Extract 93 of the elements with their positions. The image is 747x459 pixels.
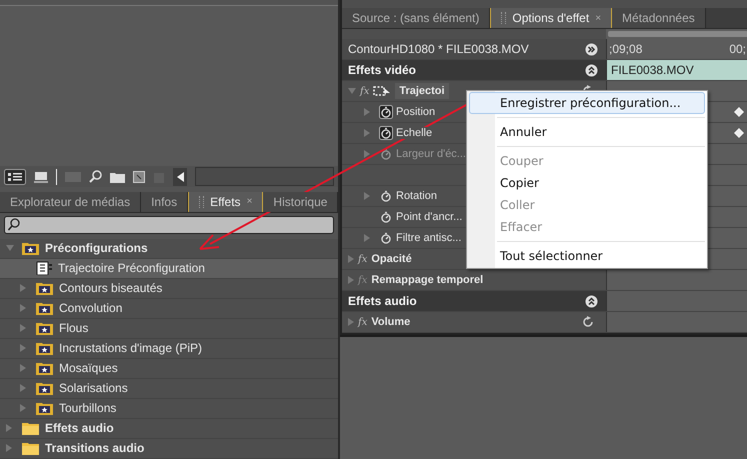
search-icon[interactable] <box>89 170 102 184</box>
expand-arrow-icon[interactable] <box>6 424 12 432</box>
fx-toggle[interactable]: fx <box>360 86 370 96</box>
preset-folder-icon <box>36 382 53 395</box>
icon-view-icon[interactable] <box>34 170 48 183</box>
show-timeline-icon[interactable] <box>585 42 598 56</box>
stopwatch-icon[interactable] <box>379 231 393 245</box>
menu-item[interactable]: Enregistrer préconfiguration... <box>469 92 705 114</box>
panel-tab[interactable]: Effets × <box>188 192 264 212</box>
timecode: 00; <box>729 42 746 56</box>
section-heading: Effets vidéo <box>348 63 416 77</box>
effect-name[interactable]: Trajectoi <box>395 83 449 99</box>
preset-folder-icon <box>36 302 53 315</box>
section-header[interactable]: Effets vidéo FILE0038.MOV <box>342 60 747 81</box>
expand-arrow-icon[interactable] <box>6 444 12 452</box>
timecode: ;09;08 <box>609 42 642 56</box>
collapse-icon[interactable] <box>585 294 598 308</box>
transform-icon[interactable] <box>373 85 392 97</box>
preset-folder-icon <box>36 322 53 335</box>
tree-item[interactable]: Effets audio <box>0 418 338 439</box>
preset-folder-icon <box>36 342 53 355</box>
section-header[interactable]: Effets audio <box>342 291 747 312</box>
search-icon <box>8 218 20 232</box>
effect-name[interactable]: Volume <box>371 316 410 328</box>
menu-item[interactable]: Annuler <box>469 121 705 143</box>
panel-tab[interactable]: Historique <box>263 192 338 212</box>
tree-item[interactable]: Préconfigurations <box>0 238 338 259</box>
tree-item[interactable]: Tourbillons <box>0 398 338 419</box>
expand-arrow-icon[interactable] <box>348 276 354 284</box>
menu-item[interactable]: Copier <box>469 172 705 194</box>
search-field[interactable] <box>4 216 334 234</box>
property-name: Largeur d'éc... <box>396 148 466 160</box>
preset-icon <box>36 261 52 276</box>
expand-arrow-icon[interactable] <box>20 344 26 352</box>
fx-toggle[interactable]: fx <box>358 254 368 264</box>
panel-tab[interactable]: Explorateur de médias <box>0 192 142 212</box>
panel-tab[interactable]: Infos <box>141 192 188 212</box>
panel-tab[interactable]: Source : (sans élément) <box>342 8 490 28</box>
preset-folder-icon <box>22 242 39 255</box>
expand-arrow-icon[interactable] <box>364 108 370 116</box>
clip-bar[interactable]: FILE0038.MOV <box>606 60 747 80</box>
menu-item[interactable]: Tout sélectionner <box>469 245 705 267</box>
collapse-icon[interactable] <box>585 64 598 76</box>
preset-folder-icon <box>36 362 53 375</box>
expand-arrow-icon[interactable] <box>364 129 370 137</box>
panel-tab[interactable]: Métadonnées <box>612 8 706 28</box>
stopwatch-toggle[interactable] <box>379 126 393 140</box>
stopwatch-icon[interactable] <box>379 210 393 224</box>
tree-item[interactable]: Flous <box>0 318 338 339</box>
expand-arrow-icon[interactable] <box>20 284 26 292</box>
stopwatch-toggle[interactable] <box>379 105 393 119</box>
tree-item[interactable]: Convolution <box>0 298 338 319</box>
panel-tab[interactable]: Options d'effet × <box>490 8 612 28</box>
timecode-ruler[interactable]: ;09;08 00; <box>606 39 747 59</box>
folder-icon[interactable] <box>110 170 125 183</box>
reset-icon[interactable] <box>582 316 594 328</box>
folder-icon <box>22 422 39 435</box>
section-heading: Effets audio <box>348 294 417 308</box>
keyframe-icon[interactable] <box>734 107 744 117</box>
preset-folder-icon <box>36 282 53 295</box>
expand-arrow-icon[interactable] <box>20 304 26 312</box>
stopwatch-icon[interactable] <box>379 189 393 203</box>
tree-item[interactable]: Solarisations <box>0 378 338 399</box>
collapse-arrow-icon[interactable] <box>348 88 356 94</box>
scroll-left-button[interactable] <box>173 168 187 186</box>
property-name: Position <box>396 106 436 118</box>
expand-arrow-icon[interactable] <box>20 404 26 412</box>
expand-arrow-icon[interactable] <box>20 384 26 392</box>
property-name: Filtre antisc... <box>396 232 462 244</box>
preset-folder-icon <box>36 402 53 415</box>
new-item-icon[interactable] <box>133 170 145 183</box>
clip-name: ContourHD1080 * FILE0038.MOV <box>348 42 529 56</box>
tree-item[interactable]: Mosaïques <box>0 358 338 379</box>
fx-toggle[interactable]: fx <box>358 316 368 328</box>
tree-item[interactable]: Trajectoire Préconfiguration <box>0 258 338 279</box>
expand-arrow-icon[interactable] <box>348 255 354 263</box>
property-name: Echelle <box>396 127 432 139</box>
expand-arrow-icon[interactable] <box>348 318 354 326</box>
expand-arrow-icon[interactable] <box>20 364 26 372</box>
list-view-icon[interactable] <box>4 168 26 185</box>
effect-name[interactable]: Remappage temporel <box>371 274 484 286</box>
keyframe-icon[interactable] <box>734 128 744 138</box>
property-name: Rotation <box>396 190 437 202</box>
expand-arrow-icon[interactable] <box>364 234 370 242</box>
tree-item[interactable]: Transitions audio <box>0 438 338 459</box>
expand-arrow-icon[interactable] <box>364 192 370 200</box>
property-name: Point d'ancr... <box>396 211 462 223</box>
effect-name[interactable]: Opacité <box>371 253 412 265</box>
expand-arrow-icon[interactable] <box>20 324 26 332</box>
tree-item[interactable]: Incrustations d'image (PiP) <box>0 338 338 359</box>
folder-icon <box>22 442 39 455</box>
tree-item[interactable]: Contours biseautés <box>0 278 338 299</box>
collapse-arrow-icon[interactable] <box>6 245 14 252</box>
